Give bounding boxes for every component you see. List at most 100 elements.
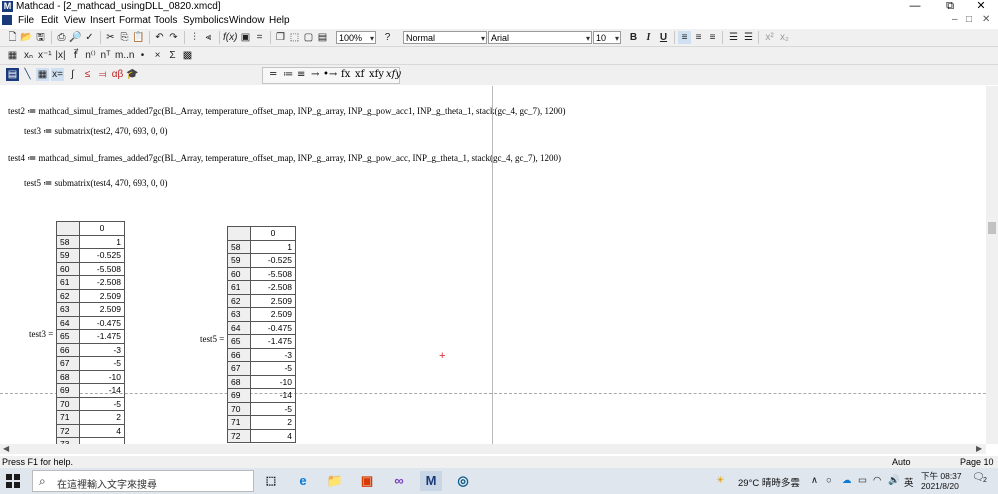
matrix-value-cell[interactable]: 2 <box>79 410 125 425</box>
matrix-value-cell[interactable]: -5 <box>79 356 125 371</box>
font-select[interactable]: Arial ▾ <box>488 31 592 44</box>
menu-window[interactable]: Window <box>229 15 265 26</box>
palette-symbolic-arrow[interactable]: → <box>311 69 319 80</box>
palette-treefix[interactable]: xfy <box>386 69 401 80</box>
open-icon[interactable]: 📂 <box>20 31 33 44</box>
palette-prefix[interactable]: fx <box>341 69 350 80</box>
maximize-button[interactable]: ⧉ <box>933 0 967 13</box>
insert-hyperlink-icon[interactable]: ❐ <box>274 31 287 44</box>
resources-icon[interactable]: ▤ <box>316 31 329 44</box>
superscript-icon[interactable]: x² <box>763 31 776 44</box>
matrix-value-cell[interactable]: -5.508 <box>79 261 125 276</box>
minimize-button[interactable]: — <box>898 0 932 13</box>
palette-postfix[interactable]: xf <box>355 69 364 80</box>
evaluation-icon[interactable]: x= <box>51 68 64 81</box>
expression-test5[interactable]: test5 ≔ submatrix(test4, 470, 693, 0, 0) <box>24 178 168 189</box>
palette-definition[interactable]: ≔ <box>283 69 293 80</box>
insert-unit-icon[interactable]: ▣ <box>239 31 252 44</box>
file-explorer-icon[interactable]: 📁 <box>324 471 346 491</box>
horizontal-scrollbar[interactable]: ◀ ▶ <box>0 444 986 454</box>
matrix-test5[interactable]: 0 58 1 59 -0.525 60 -5.508 61 -2.508 62 2.509 63 2.… <box>227 226 296 443</box>
expression-test2[interactable]: test2 ≔ mathcad_simul_frames_added7gc(BL… <box>8 106 566 117</box>
align-center-icon[interactable]: ≡ <box>692 31 705 44</box>
onedrive-icon[interactable]: ☁ <box>842 475 852 486</box>
vertical-scroll-thumb[interactable] <box>988 222 996 234</box>
spell-check-icon[interactable]: ✓ <box>83 31 96 44</box>
vectorize-icon[interactable]: f⃗ <box>69 49 82 62</box>
matrix-value-cell[interactable]: -3 <box>250 347 296 362</box>
print-preview-icon[interactable]: 🔎 <box>69 31 82 44</box>
greek-icon[interactable]: αβ <box>111 68 124 81</box>
menu-insert[interactable]: Insert <box>90 15 115 26</box>
print-icon[interactable]: ⎙ <box>55 31 68 44</box>
doc-minimize-button[interactable]: – <box>952 14 958 25</box>
expression-test3[interactable]: test3 ≔ submatrix(test2, 470, 693, 0, 0) <box>24 126 168 137</box>
matrix-value-cell[interactable]: -14 <box>79 383 125 398</box>
subscript-icon[interactable]: x₂ <box>778 31 791 44</box>
matrix-value-cell[interactable]: 2.509 <box>79 302 125 317</box>
matrix-value-cell[interactable]: -2.508 <box>79 275 125 290</box>
picture-icon[interactable]: ▩ <box>181 49 194 62</box>
dot-product-icon[interactable]: • <box>136 49 149 62</box>
graph-icon[interactable]: ╲ <box>21 68 34 81</box>
matrix-value-cell[interactable]: -5 <box>250 361 296 376</box>
insert-function-icon[interactable]: f(x) <box>223 31 237 44</box>
bullets-icon[interactable]: ☰ <box>727 31 740 44</box>
palette-infix[interactable]: xfy <box>369 69 384 80</box>
task-view-icon[interactable]: ⬚ <box>260 471 282 491</box>
matrix-value-cell[interactable]: 2.509 <box>79 288 125 303</box>
style-select[interactable]: Normal ▾ <box>403 31 487 44</box>
document-icon[interactable] <box>2 15 12 25</box>
paste-icon[interactable]: 📋 <box>132 31 145 44</box>
palette-equals[interactable]: = <box>269 69 277 80</box>
menu-view[interactable]: View <box>64 15 86 26</box>
zoom-select[interactable]: 100% ▾ <box>336 31 376 44</box>
network-icon[interactable]: ○ <box>826 475 832 486</box>
matrix-value-cell[interactable]: -10 <box>250 374 296 389</box>
help-icon[interactable]: ? <box>381 31 394 44</box>
align-across-icon[interactable]: ⫶ <box>188 31 201 44</box>
visual-studio-icon[interactable]: ∞ <box>388 471 410 491</box>
matrix-value-cell[interactable]: -10 <box>79 369 125 384</box>
weather-text[interactable]: 29°C 晴時多雲 <box>738 475 800 489</box>
matrix-value-cell[interactable]: 2 <box>250 415 296 430</box>
clock-date[interactable]: 2021/8/20 <box>921 481 959 491</box>
component-wizard-icon[interactable]: ⬚ <box>288 31 301 44</box>
copy-icon[interactable]: ⎘ <box>118 31 131 44</box>
matrix-value-cell[interactable]: -1.475 <box>250 334 296 349</box>
matrix-value-cell[interactable]: -1.475 <box>79 329 125 344</box>
superscript-m-icon[interactable]: n⁽⁾ <box>84 49 97 62</box>
matrix-value-cell[interactable]: 2.509 <box>250 293 296 308</box>
matrix-value-cell[interactable]: -0.525 <box>250 253 296 268</box>
subscript-x-icon[interactable]: xₙ <box>22 49 35 62</box>
menu-tools[interactable]: Tools <box>154 15 177 26</box>
matrix-value-cell[interactable]: -5 <box>250 401 296 416</box>
align-right-icon[interactable]: ≡ <box>706 31 719 44</box>
matrix-value-cell[interactable]: -5 <box>79 396 125 411</box>
matrix-value-cell[interactable]: -14 <box>250 388 296 403</box>
calculate-icon[interactable]: = <box>253 31 266 44</box>
underline-button[interactable]: U <box>657 31 670 44</box>
menu-help[interactable]: Help <box>269 15 290 26</box>
undo-icon[interactable]: ↶ <box>153 31 166 44</box>
matrix-value-cell[interactable]: -0.475 <box>79 315 125 330</box>
menu-symbolics[interactable]: Symbolics <box>183 15 229 26</box>
menu-format[interactable]: Format <box>119 15 151 26</box>
windows-start-icon[interactable] <box>6 474 20 488</box>
volume-icon[interactable]: 🔊 <box>888 475 900 486</box>
new-icon[interactable]: 🗋 <box>6 31 19 44</box>
matrix-value-cell[interactable]: 2.509 <box>250 307 296 322</box>
bold-button[interactable]: B <box>627 31 640 44</box>
matrix-value-cell[interactable]: 4 <box>250 428 296 443</box>
italic-button[interactable]: I <box>642 31 655 44</box>
cut-icon[interactable]: ✂ <box>104 31 117 44</box>
calculus-icon[interactable]: ∫ <box>66 68 79 81</box>
matrix-value-cell[interactable]: -3 <box>79 342 125 357</box>
matrix-value-cell[interactable]: 4 <box>79 423 125 438</box>
run-script-icon[interactable]: ▢ <box>302 31 315 44</box>
matrix-value-cell[interactable]: -5.508 <box>250 266 296 281</box>
worksheet[interactable]: test2 ≔ mathcad_simul_frames_added7gc(BL… <box>0 86 986 444</box>
close-button[interactable]: ✕ <box>964 0 998 13</box>
scroll-left-icon[interactable]: ◀ <box>3 444 9 453</box>
boolean-icon[interactable]: ≤ <box>81 68 94 81</box>
